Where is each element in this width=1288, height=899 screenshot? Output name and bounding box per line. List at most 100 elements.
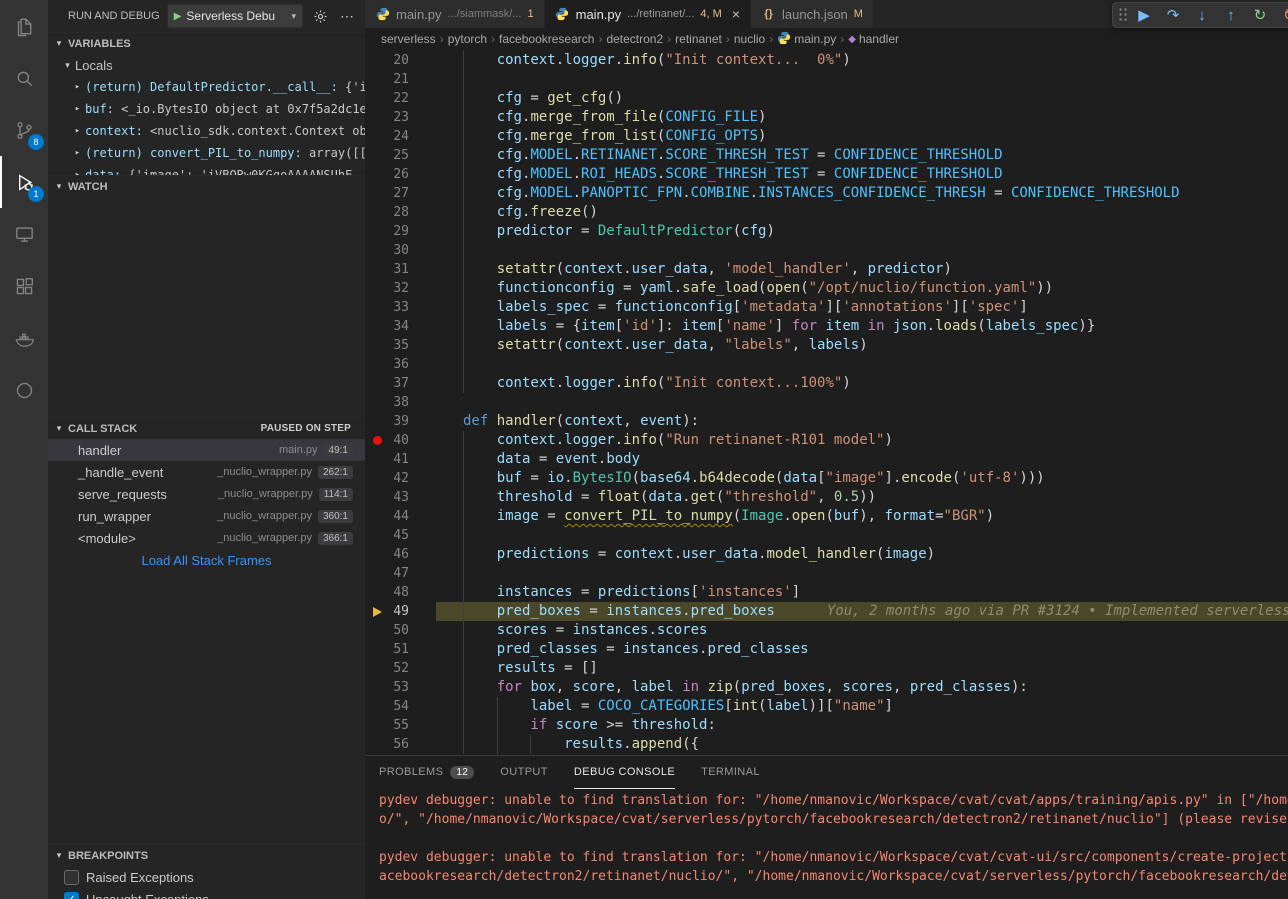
gutter[interactable]: 20 — [365, 51, 436, 70]
restart-button[interactable]: ↻ — [1247, 3, 1273, 27]
code-line[interactable]: 46predictions = context.user_data.model_… — [365, 545, 1288, 564]
gutter[interactable]: 42 — [365, 469, 436, 488]
chevron-right-icon[interactable]: ▸ — [70, 126, 85, 136]
code-line[interactable]: 54label = COCO_CATEGORIES[int(label)]["n… — [365, 697, 1288, 716]
breadcrumb-item-serverless[interactable]: serverless — [381, 32, 436, 46]
close-icon[interactable]: × — [732, 6, 740, 22]
gutter[interactable]: 47 — [365, 564, 436, 583]
gutter[interactable]: 45 — [365, 526, 436, 545]
activity-item-source-control[interactable]: 8 — [0, 104, 48, 156]
chevron-right-icon[interactable]: ▸ — [70, 82, 85, 92]
checkbox[interactable] — [64, 870, 79, 885]
gutter[interactable]: 30 — [365, 241, 436, 260]
code-line[interactable]: 29predictor = DefaultPredictor(cfg) — [365, 222, 1288, 241]
gutter[interactable]: 51 — [365, 640, 436, 659]
gutter[interactable]: 48 — [365, 583, 436, 602]
code-line[interactable]: 42buf = io.BytesIO(base64.b64decode(data… — [365, 469, 1288, 488]
breadcrumb-item-pytorch[interactable]: pytorch — [448, 32, 487, 46]
activity-item-docker[interactable] — [0, 312, 48, 364]
activity-item-remote-explorer[interactable] — [0, 208, 48, 260]
breadcrumb-item-handler[interactable]: ◆handler — [848, 32, 899, 46]
activity-item-circle-extension[interactable] — [0, 364, 48, 416]
code-line[interactable]: 47 — [365, 564, 1288, 583]
debug-console-output[interactable]: pydev debugger: unable to find translati… — [365, 789, 1288, 899]
gutter[interactable]: 22 — [365, 89, 436, 108]
breadcrumb-item-detectron2[interactable]: detectron2 — [606, 32, 663, 46]
chevron-right-icon[interactable]: ▸ — [70, 104, 85, 114]
step-into-button[interactable]: ↓ — [1189, 3, 1215, 27]
gutter[interactable]: 54 — [365, 697, 436, 716]
panel-tab-terminal[interactable]: TERMINAL — [701, 756, 760, 789]
gutter[interactable]: 32 — [365, 279, 436, 298]
debug-config-dropdown[interactable]: ▶ Serverless Debu ▾ — [167, 4, 303, 28]
gutter[interactable]: 21 — [365, 70, 436, 89]
tab-main.py[interactable]: main.py.../siammask/...1 — [365, 0, 545, 28]
code-line[interactable]: 48instances = predictions['instances'] — [365, 583, 1288, 602]
tab-launch.json[interactable]: {}launch.jsonM — [751, 0, 874, 28]
variable-row[interactable]: ▸context: <nuclio_sdk.context.Context ob… — [48, 120, 365, 142]
code-line[interactable]: 40context.logger.info("Run retinanet-R10… — [365, 431, 1288, 450]
gutter[interactable]: 27 — [365, 184, 436, 203]
code-line[interactable]: 49pred_boxes = instances.pred_boxesYou, … — [365, 602, 1288, 621]
code-line[interactable]: 37context.logger.info("Init context...10… — [365, 374, 1288, 393]
gutter[interactable]: 24 — [365, 127, 436, 146]
gutter[interactable]: 55 — [365, 716, 436, 735]
gutter[interactable]: 43 — [365, 488, 436, 507]
load-all-stack-frames-link[interactable]: Load All Stack Frames — [48, 549, 365, 571]
breakpoint-item[interactable]: Raised Exceptions — [48, 866, 365, 888]
gutter[interactable]: 36 — [365, 355, 436, 374]
gutter[interactable]: 56 — [365, 735, 436, 754]
code-line[interactable]: 53for box, score, label in zip(pred_boxe… — [365, 678, 1288, 697]
code-line[interactable]: 31setattr(context.user_data, 'model_hand… — [365, 260, 1288, 279]
step-out-button[interactable]: ↑ — [1218, 3, 1244, 27]
code-line[interactable]: 50scores = instances.scores — [365, 621, 1288, 640]
stack-frame[interactable]: _handle_event_nuclio_wrapper.py262:1 — [48, 461, 365, 483]
breadcrumb-item-facebookresearch[interactable]: facebookresearch — [499, 32, 594, 46]
scope-locals[interactable]: ▾ Locals — [48, 54, 365, 76]
code-line[interactable]: 26cfg.MODEL.ROI_HEADS.SCORE_THRESH_TEST … — [365, 165, 1288, 184]
watch-section-header[interactable]: ▾ WATCH — [48, 175, 365, 197]
breadcrumb-item-nuclio[interactable]: nuclio — [734, 32, 765, 46]
stack-frame[interactable]: serve_requests_nuclio_wrapper.py114:1 — [48, 483, 365, 505]
code-line[interactable]: 33labels_spec = functionconfig['metadata… — [365, 298, 1288, 317]
variables-section-header[interactable]: ▾ VARIABLES — [48, 32, 365, 54]
variable-row[interactable]: ▸(return) convert_PIL_to_numpy: array([[… — [48, 142, 365, 164]
drag-handle-icon[interactable] — [1118, 7, 1128, 23]
gutter[interactable]: 34 — [365, 317, 436, 336]
code-line[interactable]: 27cfg.MODEL.PANOPTIC_FPN.COMBINE.INSTANC… — [365, 184, 1288, 203]
code-line[interactable]: 23cfg.merge_from_file(CONFIG_FILE) — [365, 108, 1288, 127]
gutter[interactable]: 46 — [365, 545, 436, 564]
code-line[interactable]: 41data = event.body — [365, 450, 1288, 469]
breakpoint-icon[interactable] — [369, 436, 385, 445]
gutter[interactable]: 39 — [365, 412, 436, 431]
disconnect-button[interactable] — [1276, 3, 1288, 27]
more-actions-icon[interactable]: ⋯ — [337, 8, 357, 25]
gutter[interactable]: 53 — [365, 678, 436, 697]
code-line[interactable]: 35setattr(context.user_data, "labels", l… — [365, 336, 1288, 355]
gutter[interactable]: 26 — [365, 165, 436, 184]
step-over-button[interactable]: ↷ — [1160, 3, 1186, 27]
gutter[interactable]: 38 — [365, 393, 436, 412]
gutter[interactable]: 35 — [365, 336, 436, 355]
stack-frame[interactable]: run_wrapper_nuclio_wrapper.py360:1 — [48, 505, 365, 527]
code-line[interactable]: 22cfg = get_cfg() — [365, 89, 1288, 108]
stack-frame[interactable]: <module>_nuclio_wrapper.py366:1 — [48, 527, 365, 549]
chevron-right-icon[interactable]: ▸ — [70, 148, 85, 158]
panel-tab-output[interactable]: OUTPUT — [500, 756, 548, 789]
gutter[interactable]: 40 — [365, 431, 436, 450]
gutter[interactable]: 50 — [365, 621, 436, 640]
gutter[interactable]: 29 — [365, 222, 436, 241]
code-line[interactable]: 25cfg.MODEL.RETINANET.SCORE_THRESH_TEST … — [365, 146, 1288, 165]
gutter[interactable]: 41 — [365, 450, 436, 469]
tab-main.py[interactable]: main.py.../retinanet/...4, M× — [545, 0, 751, 28]
panel-tab-problems[interactable]: PROBLEMS12 — [379, 756, 474, 789]
gutter[interactable]: 28 — [365, 203, 436, 222]
gutter[interactable]: 52 — [365, 659, 436, 678]
code-line[interactable]: 52results = [] — [365, 659, 1288, 678]
gutter[interactable]: 31 — [365, 260, 436, 279]
activity-item-extensions[interactable] — [0, 260, 48, 312]
call-stack-section-header[interactable]: ▾ CALL STACK PAUSED ON STEP — [48, 417, 365, 439]
checkbox[interactable]: ✓ — [64, 892, 79, 899]
code-line[interactable]: 56results.append({ — [365, 735, 1288, 754]
gutter[interactable]: 33 — [365, 298, 436, 317]
